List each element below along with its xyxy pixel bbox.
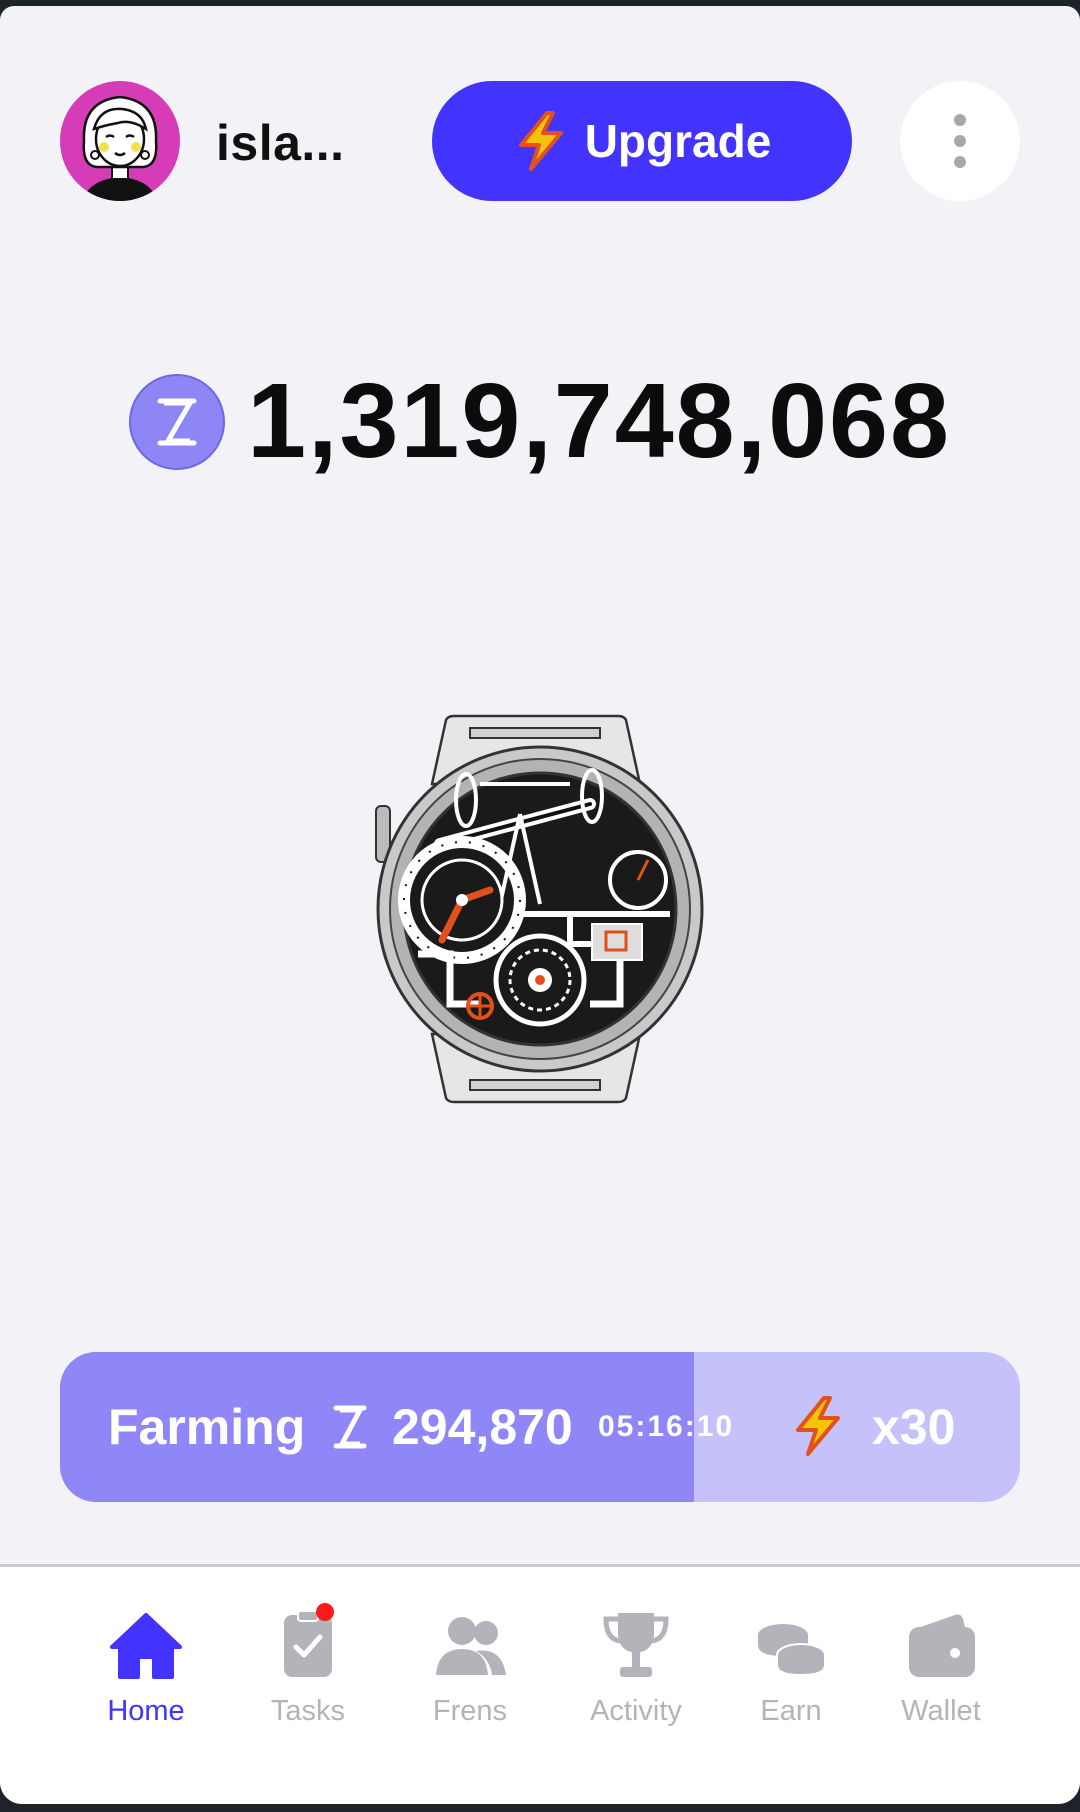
more-dot [954,156,966,168]
balance-display: 1,319,748,068 [0,361,1080,482]
balance-value: 1,319,748,068 [247,362,951,480]
upgrade-button[interactable]: Upgrade [432,81,852,201]
nav-item-tasks[interactable]: Tasks [233,1603,383,1739]
friends-icon [430,1609,510,1681]
nav-label: Earn [760,1695,822,1727]
farming-amount: 294,870 [392,1399,573,1455]
avatar-illustration-icon [82,95,158,201]
farming-label: Farming [108,1399,306,1455]
more-dot [954,135,966,147]
nav-label: Wallet [901,1695,981,1727]
app-screen: isla... Upgrade 1,319,748,068 Farming 29… [0,6,1080,1804]
farming-content: Farming 294,870 05:16:10 x30 [60,1352,1020,1502]
nav-label: Home [107,1695,185,1727]
nav-item-wallet[interactable]: Wallet [866,1609,1016,1739]
nav-label: Activity [590,1695,682,1727]
nav-item-frens[interactable]: Frens [395,1609,545,1739]
lightning-icon [518,111,563,171]
farming-timer: 05:16:10 [598,1410,735,1443]
trophy-icon [596,1609,676,1681]
avatar[interactable] [60,81,180,201]
more-dot [954,114,966,126]
nav-label: Tasks [270,1695,346,1727]
bottom-navigation: Home Tasks Frens Activity Earn Wallet [0,1564,1080,1804]
notification-dot [316,1603,334,1621]
farming-button[interactable]: Farming 294,870 05:16:10 x30 [60,1352,1020,1502]
hourglass-icon [333,1405,367,1449]
lightning-icon [796,1396,840,1456]
more-menu-button[interactable] [900,81,1020,201]
hourglass-coin-icon [129,373,226,470]
nav-item-activity[interactable]: Activity [561,1609,711,1739]
coins-icon [751,1609,831,1681]
home-icon [106,1609,186,1681]
nav-item-home[interactable]: Home [71,1609,221,1739]
upgrade-label: Upgrade [584,115,772,167]
tasks-icon [268,1603,348,1681]
nav-item-earn[interactable]: Earn [716,1609,866,1739]
username: isla... [216,115,345,171]
watch-illustration [370,714,710,1104]
wallet-icon [901,1609,981,1681]
nav-label: Frens [432,1695,508,1727]
farming-multiplier: x30 [872,1399,956,1455]
